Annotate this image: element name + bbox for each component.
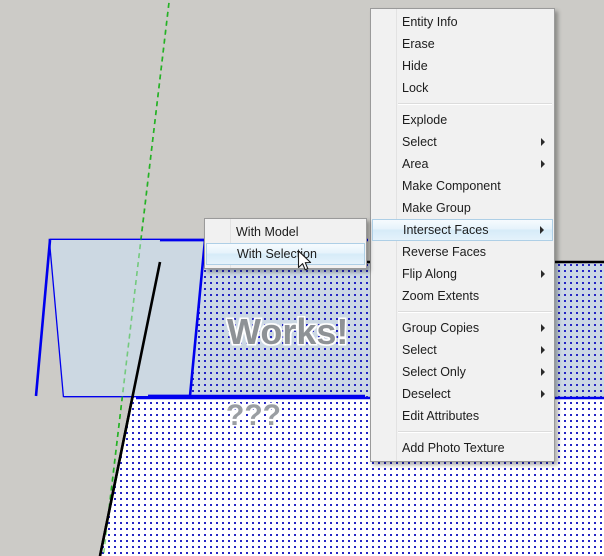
menu-item-group-copies[interactable]: Group Copies: [371, 317, 554, 339]
menu-item-label: Erase: [402, 37, 435, 51]
menu-item-hide[interactable]: Hide: [371, 55, 554, 77]
menu-item-label: Flip Along: [402, 267, 457, 281]
menu-item-lock[interactable]: Lock: [371, 77, 554, 99]
parallelogram-left-edge: [34, 239, 52, 397]
menu-item-zoom-extents[interactable]: Zoom Extents: [371, 285, 554, 307]
menu-item-deselect[interactable]: Deselect: [371, 383, 554, 405]
menu-item-label: Select Only: [402, 365, 466, 379]
chevron-right-icon: [541, 160, 545, 168]
menu-separator: [398, 311, 552, 313]
menu-item-label: Hide: [402, 59, 428, 73]
menu-item-label: Reverse Faces: [402, 245, 487, 259]
unknown-label: ???: [226, 399, 281, 432]
menu-item-make-component[interactable]: Make Component: [371, 175, 554, 197]
chevron-right-icon: [541, 390, 545, 398]
submenu-item-with-model[interactable]: With Model: [205, 221, 366, 243]
chevron-right-icon: [541, 138, 545, 146]
menu-separator: [398, 103, 552, 105]
menu-item-erase[interactable]: Erase: [371, 33, 554, 55]
menu-item-label: Deselect: [402, 387, 451, 401]
menu-item-label: Intersect Faces: [403, 223, 489, 237]
menu-item-select-only[interactable]: Select Only: [371, 361, 554, 383]
menu-item-reverse-faces[interactable]: Reverse Faces: [371, 241, 554, 263]
menu-item-add-photo-texture[interactable]: Add Photo Texture: [371, 437, 554, 459]
menu-item-flip-along[interactable]: Flip Along: [371, 263, 554, 285]
menu-item-label: Zoom Extents: [402, 289, 480, 303]
submenu-item-with-selection[interactable]: With Selection: [206, 243, 365, 265]
menu-item-label: Make Component: [402, 179, 501, 193]
parallelogram-fill-front: [50, 240, 160, 396]
menu-item-explode[interactable]: Explode: [371, 109, 554, 131]
works-label: Works!: [227, 311, 349, 352]
chevron-right-icon: [541, 346, 545, 354]
menu-item-label: Make Group: [402, 201, 471, 215]
submenu-item-label: With Selection: [237, 247, 317, 261]
menu-item-edit-attributes[interactable]: Edit Attributes: [371, 405, 554, 427]
chevron-right-icon: [541, 368, 545, 376]
menu-item-label: Select: [402, 343, 437, 357]
intersect-faces-submenu[interactable]: With Model With Selection: [204, 218, 367, 269]
menu-item-select[interactable]: Select: [371, 131, 554, 153]
menu-item-area[interactable]: Area: [371, 153, 554, 175]
menu-item-label: Add Photo Texture: [402, 441, 505, 455]
chevron-right-icon: [541, 324, 545, 332]
chevron-right-icon: [540, 226, 544, 234]
menu-item-entity-info[interactable]: Entity Info: [371, 11, 554, 33]
menu-item-label: Lock: [402, 81, 429, 95]
submenu-item-label: With Model: [236, 225, 299, 239]
entity-context-menu[interactable]: Entity Info Erase Hide Lock Explode Sele…: [370, 8, 555, 462]
menu-item-label: Area: [402, 157, 429, 171]
menu-item-make-group[interactable]: Make Group: [371, 197, 554, 219]
menu-item-label: Group Copies: [402, 321, 480, 335]
menu-item-label: Entity Info: [402, 15, 458, 29]
menu-item-select-2[interactable]: Select: [371, 339, 554, 361]
chevron-right-icon: [541, 270, 545, 278]
menu-separator: [398, 431, 552, 433]
menu-item-intersect-faces[interactable]: Intersect Faces: [372, 219, 553, 241]
menu-item-label: Explode: [402, 113, 448, 127]
menu-item-label: Select: [402, 135, 437, 149]
menu-item-label: Edit Attributes: [402, 409, 480, 423]
